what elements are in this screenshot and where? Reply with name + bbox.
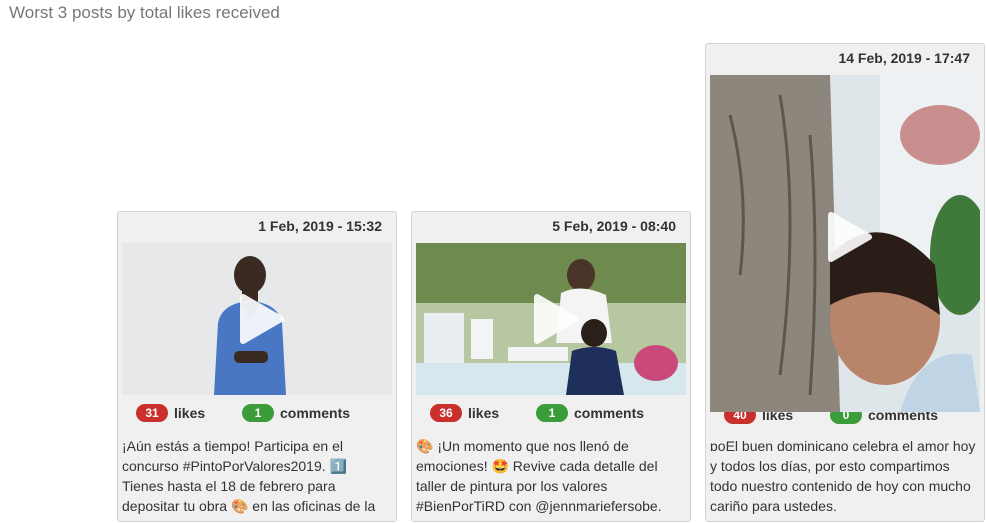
caption-line: #BienPorTiRD con @jennmariefersobe. [416,498,662,514]
likes-label: likes [468,405,500,421]
comments-label: comments [280,405,351,421]
play-icon[interactable] [813,205,877,269]
caption-line: concurso #PintoPorValores2019. 1️⃣ [122,458,347,474]
post-video[interactable] [710,75,980,412]
post-caption: ¡Aún estás a tiempo! Participa en el con… [122,436,390,518]
section-title: Worst 3 posts by total likes received [9,3,280,22]
caption-line: emociones! 🤩 Revive cada detalle del [416,458,658,474]
post-date: 14 Feb, 2019 - 17:47 [838,50,970,66]
caption-line: ¡Aún estás a tiempo! Participa en el [122,438,344,454]
caption-line: 🎨 ¡Un momento que nos llenó de [416,438,629,454]
post-card[interactable]: 1 Feb, 2019 - 15:32 31 likes 1 comments … [117,211,397,522]
post-video[interactable] [416,243,686,395]
caption-line: todo nuestro contenido de hoy con mucho [710,478,971,494]
play-icon[interactable] [225,287,289,351]
comments-count: 1 comments [536,404,644,422]
likes-count: 36 likes [430,404,499,422]
post-video[interactable] [122,243,392,395]
likes-badge: 36 [430,404,462,422]
caption-line: cariño para ustedes. [710,498,837,514]
likes-count: 31 likes [136,404,205,422]
post-caption: 🎨 ¡Un momento que nos llenó de emociones… [416,436,684,518]
post-caption: ɒoEl buen dominicano celebra el amor hoy… [710,436,978,518]
caption-line: ɒoEl buen dominicano celebra el amor hoy [710,438,976,454]
likes-badge: 31 [136,404,168,422]
comments-count: 1 comments [242,404,350,422]
caption-line: depositar tu obra 🎨 en las oficinas de l… [122,498,376,514]
likes-label: likes [174,405,206,421]
post-card[interactable]: 14 Feb, 2019 - 17:47 40 likes 0 comments… [705,43,985,522]
caption-line: y todos los días, por esto compartimos [710,458,950,474]
post-date: 1 Feb, 2019 - 15:32 [258,218,382,234]
comments-badge: 1 [536,404,568,422]
post-card[interactable]: 5 Feb, 2019 - 08:40 36 likes 1 comments [411,211,691,522]
comments-badge: 1 [242,404,274,422]
comments-label: comments [574,405,645,421]
caption-line: Tienes hasta el 18 de febrero para [122,478,336,494]
play-icon[interactable] [519,287,583,351]
caption-line: taller de pintura por los valores [416,478,608,494]
post-date: 5 Feb, 2019 - 08:40 [552,218,676,234]
